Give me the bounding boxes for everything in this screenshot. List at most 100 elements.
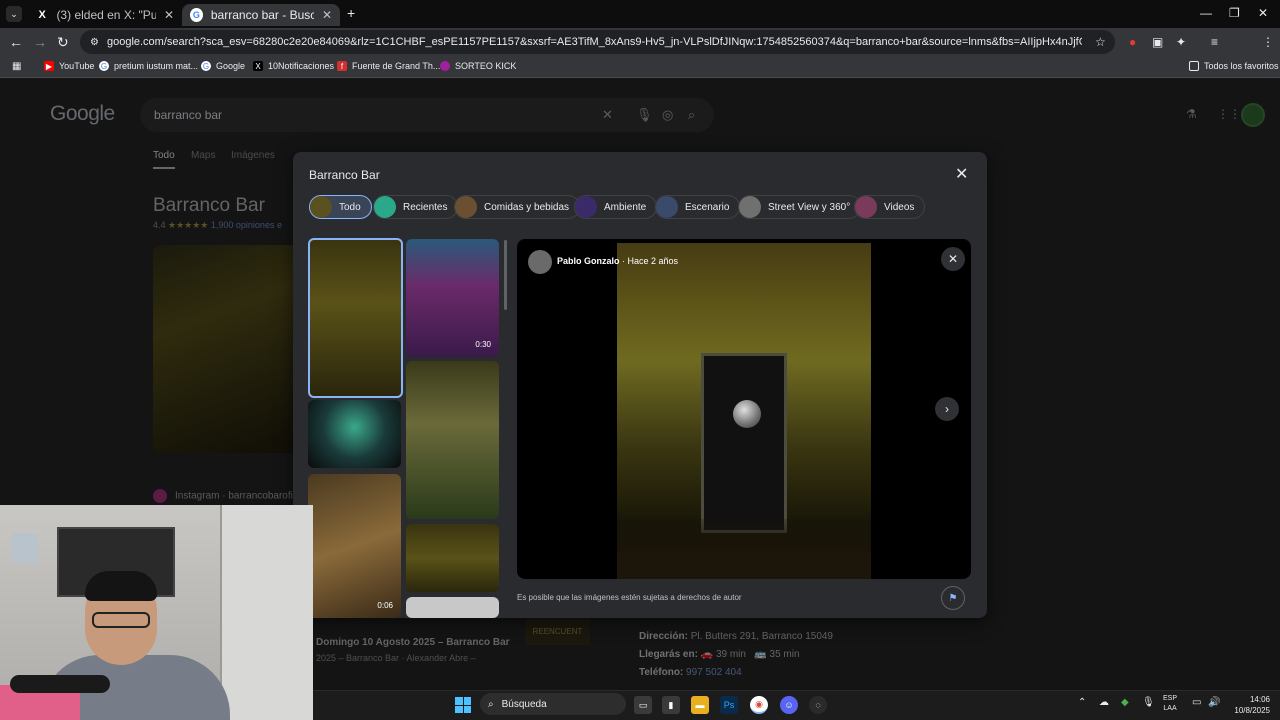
chip-recent[interactable]: Recientes (373, 195, 459, 219)
photos-modal: Barranco Bar ✕ Todo Recientes Comidas y … (293, 152, 987, 618)
tray-chevron-icon[interactable]: ⌃ (1078, 697, 1086, 708)
extension-red-icon[interactable]: ● (1129, 35, 1136, 49)
back-arrow-icon[interactable]: ← (9, 34, 23, 50)
photo-date: · Hace 2 años (622, 256, 679, 266)
language-indicator[interactable]: ESP LAA (1163, 694, 1177, 714)
file-explorer-icon[interactable]: ▬ (691, 696, 709, 714)
video-thumbnail[interactable]: 0:06 (308, 474, 401, 618)
app-icon[interactable]: ▮ (662, 696, 680, 714)
tray-mic-icon[interactable]: 🎙 (1142, 697, 1155, 708)
bookmark-pretium[interactable]: Gpretium iustum mat... (99, 61, 198, 71)
bookmark-grand-theft[interactable]: f Fuente de Grand Th... (337, 61, 440, 71)
chip-food-drinks[interactable]: Comidas y bebidas (454, 195, 581, 219)
photo-thumbnail[interactable] (406, 597, 499, 618)
chip-thumbnail (656, 196, 678, 218)
author-avatar[interactable] (528, 250, 552, 274)
discord-icon[interactable]: ☺ (780, 696, 798, 714)
close-tab-icon[interactable]: ✕ (322, 8, 332, 22)
webcam-overlay (0, 505, 313, 720)
taskbar-search[interactable]: ⌕ Búsqueda (480, 693, 626, 715)
tab-twitter[interactable]: X (3) elded en X: "Pues aquí está ✕ (28, 4, 182, 26)
photo-author[interactable]: Pablo Gonzalo (557, 256, 620, 266)
app-notification-icon[interactable]: ◌ (809, 696, 827, 714)
bookmark-star-icon[interactable]: ☆ (1095, 35, 1106, 49)
chip-street-view[interactable]: Street View y 360° (738, 195, 862, 219)
video-thumbnail[interactable]: 0:30 (406, 239, 499, 357)
chip-videos[interactable]: Videos (854, 195, 926, 219)
close-viewer-icon[interactable]: ✕ (941, 247, 965, 271)
video-duration: 0:30 (475, 340, 491, 349)
next-photo-icon[interactable]: › (935, 397, 959, 421)
wall-sign (12, 533, 38, 563)
reload-icon[interactable]: ↻ (57, 34, 69, 51)
chip-stage[interactable]: Escenario (655, 195, 741, 219)
onedrive-cloud-icon[interactable]: ☁ (1099, 697, 1109, 708)
chip-thumbnail (310, 196, 332, 218)
thumbnails-scrollbar[interactable] (504, 240, 507, 310)
chip-thumbnail (739, 196, 761, 218)
extensions-puzzle-icon[interactable]: ✦ (1176, 35, 1186, 49)
video-duration: 0:06 (377, 601, 393, 610)
chip-all[interactable]: Todo (309, 195, 372, 219)
browser-toolbar: ← → ↻ ⚙ google.com/search?sca_esv=68280c… (0, 28, 1280, 78)
chip-thumbnail (374, 196, 396, 218)
search-icon: ⌕ (488, 698, 494, 710)
photo-thumbnail[interactable] (406, 524, 499, 592)
chip-thumbnail (855, 196, 877, 218)
photo-viewer: Pablo Gonzalo · Hace 2 años ✕ › (517, 239, 971, 579)
minimize-icon[interactable]: — (1200, 6, 1212, 20)
tab-title: barranco bar - Buscar con Goo (210, 8, 314, 22)
chip-ambience[interactable]: Ambiente (574, 195, 658, 219)
microphone (10, 675, 110, 693)
tray-app-icon[interactable]: ◆ (1121, 697, 1129, 708)
bookmark-google[interactable]: G Google (201, 61, 245, 71)
background-door (220, 505, 313, 720)
photoshop-icon[interactable]: Ps (720, 696, 738, 714)
taskbar-clock[interactable]: 14:06 10/8/2025 (1228, 694, 1270, 716)
extension-card-icon[interactable]: ▣ (1152, 35, 1163, 49)
tab-strip: ⌄ X (3) elded en X: "Pues aquí está ✕ G … (0, 0, 1280, 28)
menu-kebab-icon[interactable]: ⋮ (1262, 35, 1274, 49)
folder-icon (1189, 61, 1199, 71)
modal-title: Barranco Bar (309, 168, 380, 182)
close-modal-icon[interactable]: ✕ (955, 164, 968, 184)
x-logo-icon: X (253, 61, 263, 71)
windows-start-icon[interactable] (455, 697, 471, 713)
bookmarks-bar: ▦ ▶ YouTube Gpretium iustum mat... G Googl… (0, 56, 1280, 78)
chip-thumbnail (455, 196, 477, 218)
apps-grid-icon[interactable]: ▦ (12, 61, 21, 72)
chrome-icon[interactable]: ◉ (750, 696, 768, 714)
restore-icon[interactable]: ❐ (1229, 6, 1240, 20)
kick-icon (440, 61, 450, 71)
volume-icon[interactable]: 🔊 (1208, 697, 1220, 708)
x-logo-icon: X (38, 9, 46, 21)
report-flag-icon[interactable]: ⚑ (941, 586, 965, 610)
tab-search-chevron-icon[interactable]: ⌄ (6, 6, 22, 22)
bookmark-notificaciones[interactable]: X 10Notificaciones (253, 61, 334, 71)
photo-thumbnail[interactable] (308, 400, 401, 468)
close-tab-icon[interactable]: ✕ (164, 8, 174, 22)
task-view-icon[interactable]: ▭ (634, 696, 652, 714)
bookmark-youtube[interactable]: ▶ YouTube (44, 61, 94, 71)
site-settings-icon[interactable]: ⚙ (90, 37, 99, 48)
chip-thumbnail (575, 196, 597, 218)
disco-ball (733, 400, 761, 428)
url-text: google.com/search?sca_esv=68280c2e20e840… (106, 36, 1082, 48)
all-bookmarks-folder[interactable]: Todos los favoritos (1189, 61, 1279, 71)
photo-thumbnail[interactable] (308, 238, 403, 398)
copyright-notice: Es posible que las imágenes estén sujeta… (517, 593, 742, 602)
google-icon: G (99, 61, 109, 71)
tab-title: (3) elded en X: "Pues aquí está (56, 8, 156, 22)
network-icon[interactable]: ▭ (1192, 697, 1201, 708)
photo-thumbnail[interactable] (406, 361, 499, 519)
youtube-icon: ▶ (44, 61, 54, 71)
forward-arrow-icon[interactable]: → (33, 34, 47, 50)
bookmark-sorteo-kick[interactable]: SORTEO KICK (440, 61, 516, 71)
reading-list-icon[interactable]: ≡ (1211, 35, 1218, 49)
new-tab-button[interactable]: + (347, 5, 355, 21)
tab-google-search[interactable]: G barranco bar - Buscar con Goo ✕ (182, 4, 340, 26)
close-window-icon[interactable]: ✕ (1258, 6, 1268, 20)
google-icon: G (201, 61, 211, 71)
photo-window-frame (701, 353, 787, 533)
address-bar[interactable]: ⚙ google.com/search?sca_esv=68280c2e20e8… (80, 30, 1115, 54)
